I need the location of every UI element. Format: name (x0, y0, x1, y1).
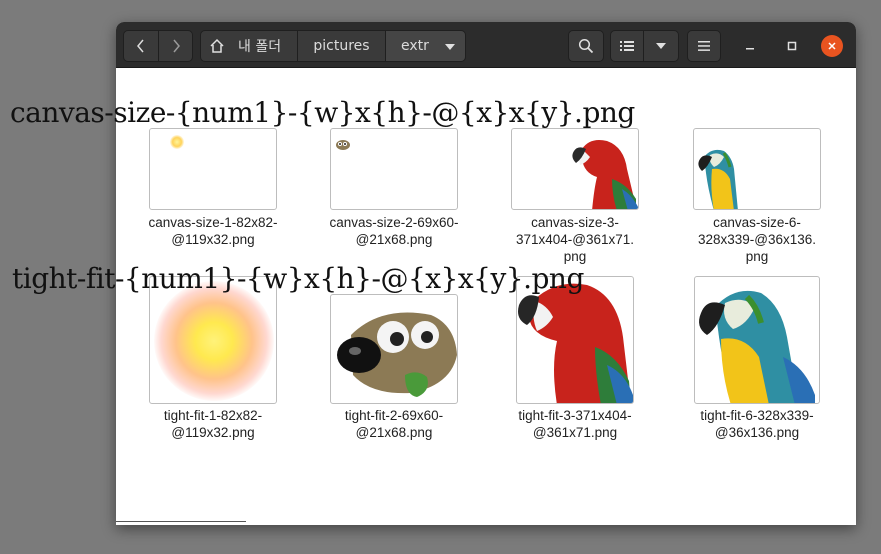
file-name[interactable]: tight-fit-2-69x60- @21x68.png (312, 407, 476, 441)
file-name[interactable]: canvas-size-6- 328x339-@36x136. png (675, 214, 839, 265)
file-name-line: @119x32.png (171, 232, 255, 247)
file-thumbnail[interactable] (516, 276, 634, 404)
file-name[interactable]: tight-fit-6-328x339- @36x136.png (675, 407, 839, 441)
main-menu-button[interactable] (687, 30, 721, 62)
file-thumbnail[interactable] (149, 128, 277, 210)
list-view-icon (620, 41, 634, 51)
blue-gold-macaw-image (698, 149, 738, 209)
file-thumbnail[interactable] (149, 276, 277, 404)
file-name-line: png (745, 249, 769, 264)
view-options-dropdown[interactable] (643, 30, 679, 62)
dropdown-icon (656, 43, 666, 49)
file-name-line: @36x136.png (714, 425, 800, 440)
file-name[interactable]: tight-fit-3-371x404- @361x71.png (493, 407, 657, 441)
file-name-line: canvas-size-6- (713, 215, 801, 230)
file-name[interactable]: tight-fit-1-82x82- @119x32.png (131, 407, 295, 441)
breadcrumb-pictures[interactable]: pictures (297, 30, 386, 62)
file-name-line: @119x32.png (171, 425, 255, 440)
file-name[interactable]: canvas-size-2-69x60- @21x68.png (312, 214, 476, 248)
file-name-line: tight-fit-2-69x60- (344, 408, 444, 423)
back-button[interactable] (123, 30, 159, 62)
minimize-button[interactable] (740, 36, 760, 56)
gimp-mascot-image (336, 140, 350, 150)
file-thumbnail[interactable] (694, 276, 820, 404)
file-thumbnail[interactable] (511, 128, 639, 210)
search-icon (578, 38, 594, 54)
filename-pattern-canvas-size: canvas-size-{num1}-{w}x{h}-@{x}x{y}.png (10, 96, 635, 129)
home-icon (210, 38, 224, 53)
breadcrumb-home[interactable]: 내 폴더 (200, 30, 298, 62)
breadcrumb-pictures-label: pictures (313, 38, 370, 54)
file-name-line: tight-fit-3-371x404- (518, 408, 632, 423)
file-thumbnail[interactable] (330, 128, 458, 210)
back-icon (137, 39, 144, 53)
file-name-line: tight-fit-6-328x339- (700, 408, 814, 423)
minimize-icon (746, 48, 754, 50)
file-name-line: 328x339-@36x136. (697, 232, 817, 247)
maximize-icon (787, 41, 797, 51)
file-name-line: tight-fit-1-82x82- (163, 408, 263, 423)
list-view-button[interactable] (610, 30, 644, 62)
red-macaw-image (518, 283, 633, 403)
forward-button[interactable] (158, 30, 193, 62)
forward-icon (172, 39, 180, 53)
red-macaw-image (572, 140, 638, 209)
file-thumbnail[interactable] (330, 294, 458, 404)
close-icon (828, 42, 836, 50)
file-name-line: 371x404-@361x71. (515, 232, 635, 247)
breadcrumb-extr[interactable]: extr (385, 30, 466, 62)
divider (116, 521, 246, 522)
breadcrumb-home-label: 내 폴더 (238, 39, 282, 55)
sun-image (170, 135, 184, 149)
file-name[interactable]: canvas-size-3- 371x404-@361x71. png (493, 214, 657, 265)
file-name-line: @361x71.png (532, 425, 618, 440)
filename-pattern-tight-fit: tight-fit-{num1}-{w}x{h}-@{x}x{y}.png (12, 262, 584, 295)
file-name-line: @21x68.png (355, 232, 433, 247)
file-thumbnail[interactable] (693, 128, 821, 210)
chevron-down-icon (445, 44, 455, 50)
header-bar: 내 폴더 pictures extr (116, 22, 856, 68)
sun-image (154, 281, 274, 401)
file-name-line: @21x68.png (355, 425, 433, 440)
breadcrumb-extr-label: extr (401, 38, 429, 54)
gimp-mascot-image (337, 312, 457, 397)
file-name-line: canvas-size-2-69x60- (329, 215, 459, 230)
close-button[interactable] (821, 35, 843, 57)
file-name-line: canvas-size-3- (531, 215, 619, 230)
file-name-line: canvas-size-1-82x82- (148, 215, 278, 230)
blue-gold-macaw-image (699, 290, 815, 403)
hamburger-menu-icon (698, 41, 710, 51)
maximize-button[interactable] (782, 36, 802, 56)
search-button[interactable] (568, 30, 604, 62)
file-name[interactable]: canvas-size-1-82x82- @119x32.png (131, 214, 295, 248)
